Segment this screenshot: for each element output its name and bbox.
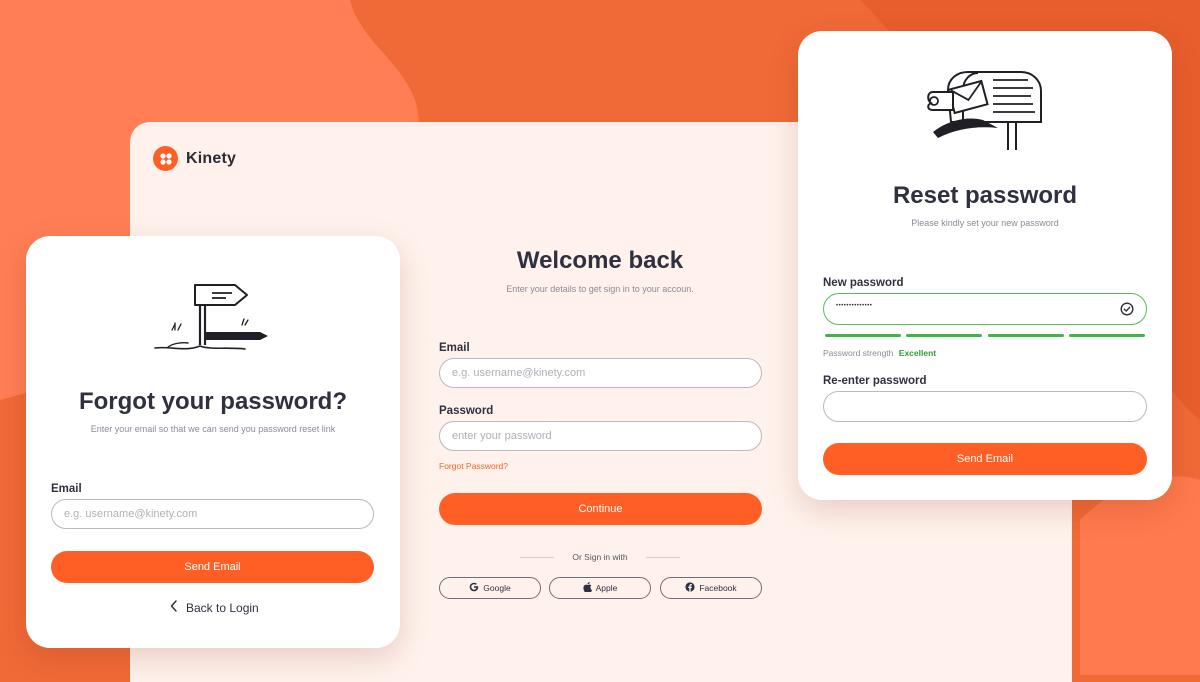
- apple-label: Apple: [595, 583, 618, 593]
- reset-subtitle: Please kindly set your new password: [911, 218, 1059, 228]
- forgot-send-email-button[interactable]: Send Email: [51, 551, 374, 583]
- login-email-input[interactable]: [439, 358, 762, 388]
- login-password-input[interactable]: [439, 421, 762, 451]
- forgot-email-label: Email: [51, 483, 82, 495]
- google-button[interactable]: Google: [439, 577, 541, 599]
- new-password-label: New password: [823, 277, 904, 289]
- reenter-password-input[interactable]: [823, 391, 1147, 422]
- facebook-button[interactable]: Facebook: [660, 577, 762, 599]
- check-circle-icon: [1120, 302, 1134, 321]
- mailbox-illustration: [927, 71, 1042, 150]
- signpost-illustration: [154, 284, 268, 350]
- strength-bar-4: [1069, 334, 1145, 337]
- strength-bar-2: [906, 334, 982, 337]
- apple-icon: [583, 582, 592, 594]
- strength-bar-1: [825, 334, 901, 337]
- brand-logo-icon: [153, 146, 178, 171]
- continue-button[interactable]: Continue: [439, 493, 762, 525]
- strength-bar-3: [988, 334, 1064, 337]
- reset-send-email-button[interactable]: Send Email: [823, 443, 1147, 475]
- google-label: Google: [483, 583, 511, 593]
- brand-name: Kinety: [186, 149, 237, 167]
- login-email-label: Email: [439, 342, 470, 354]
- login-subtitle: Enter your details to get sign in to you…: [506, 284, 694, 294]
- login-password-label: Password: [439, 405, 494, 417]
- brand[interactable]: Kinety: [153, 146, 236, 171]
- forgot-password-link[interactable]: Forgot Password?: [439, 461, 508, 471]
- google-icon: [469, 582, 479, 594]
- password-strength-row: Password strength Excellent: [823, 348, 936, 358]
- login-title: Welcome back: [516, 247, 684, 274]
- password-strength-value: Excellent: [898, 348, 937, 358]
- reenter-password-label: Re-enter password: [823, 375, 927, 387]
- forgot-subtitle: Enter your email so that we can send you…: [90, 424, 336, 434]
- back-to-login-label: Back to Login: [186, 600, 259, 615]
- password-strength-label: Password strength: [823, 348, 894, 358]
- forgot-email-input[interactable]: [51, 499, 374, 529]
- reset-title: Reset password: [892, 182, 1078, 209]
- apple-button[interactable]: Apple: [549, 577, 651, 599]
- new-password-value: ••••••••••••••: [836, 303, 873, 309]
- chevron-left-icon: [170, 600, 178, 615]
- social-divider: Or Sign in with: [520, 552, 680, 564]
- forgot-title: Forgot your password?: [78, 388, 347, 415]
- back-to-login-link[interactable]: Back to Login: [170, 600, 259, 615]
- new-password-input[interactable]: ••••••••••••••: [823, 293, 1147, 325]
- facebook-icon: [685, 582, 695, 594]
- facebook-label: Facebook: [699, 583, 737, 593]
